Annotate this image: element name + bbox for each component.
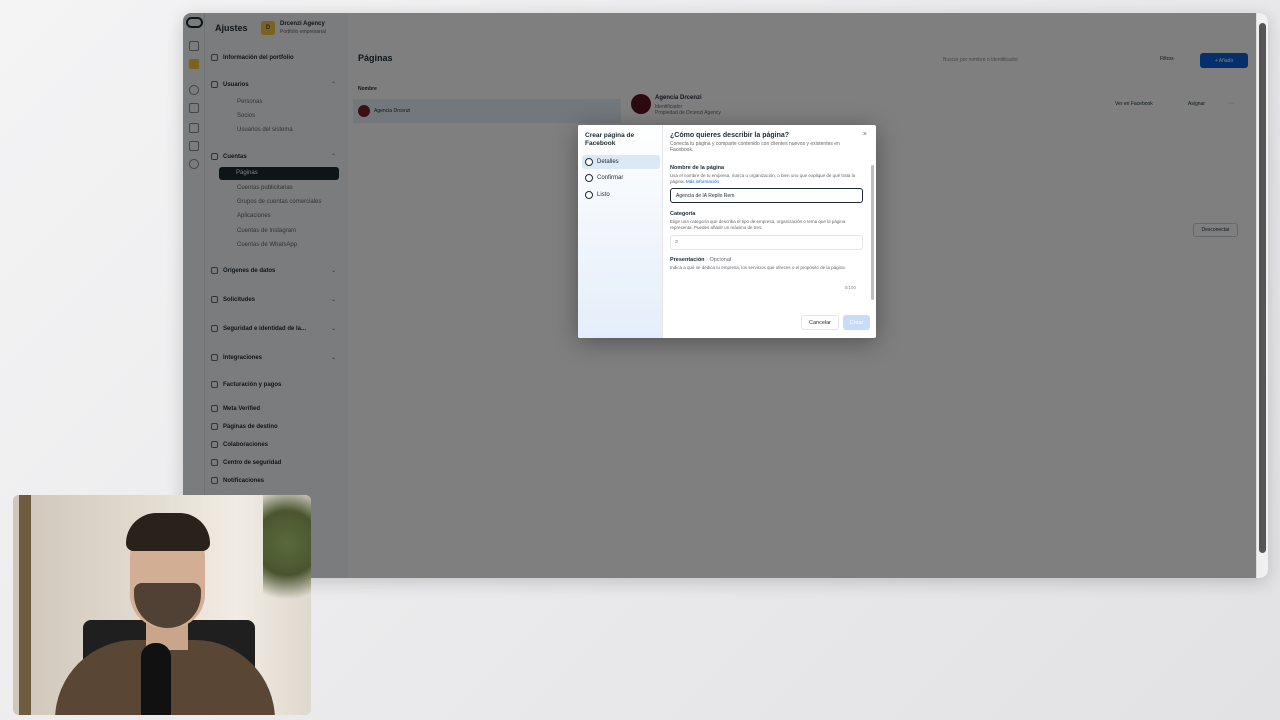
bio-label: Presentación · Opcional <box>670 257 731 263</box>
dialog-steps: Crear página de Facebook Detalles Confir… <box>578 125 663 338</box>
window-scrollbar[interactable] <box>1256 13 1268 578</box>
create-page-dialog: Crear página de Facebook Detalles Confir… <box>578 125 876 338</box>
learn-more-link[interactable]: Más información <box>686 179 719 184</box>
create-button[interactable]: Crear <box>843 315 870 330</box>
bio-char-counter: 0/100 <box>844 285 856 290</box>
dialog-form: ¿Cómo quieres describir la página? × Con… <box>664 125 876 338</box>
dialog-description: Conecta tu página y comparte contenido c… <box>670 141 840 153</box>
page-name-help: Usa el nombre de tu empresa, marca u org… <box>670 173 866 184</box>
step-label: Listo <box>597 192 610 198</box>
step-circle-icon <box>585 191 593 199</box>
webcam-person-hair <box>126 513 210 551</box>
search-icon: ⌕ <box>675 239 679 245</box>
bio-label-text: Presentación <box>670 257 705 263</box>
webcam-shelf <box>19 495 31 715</box>
bio-optional: · Opcional <box>706 257 732 263</box>
step-circle-icon <box>585 174 593 182</box>
step-done[interactable]: Listo <box>582 188 660 202</box>
bio-textarea[interactable] <box>670 281 863 299</box>
category-help: Elige una categoría que describa el tipo… <box>670 219 846 230</box>
step-confirm[interactable]: Confirmar <box>582 171 660 185</box>
dialog-steps-title: Crear página de Facebook <box>585 132 635 147</box>
microphone-icon <box>141 643 171 715</box>
category-search-input[interactable]: ⌕ <box>670 235 863 250</box>
cancel-button[interactable]: Cancelar <box>801 315 839 330</box>
page-name-field[interactable]: Agencia de IA Repilo Rem <box>670 188 863 203</box>
dialog-title: ¿Cómo quieres describir la página? <box>670 132 790 139</box>
bio-help: Indica a qué se dedica tu empresa, los s… <box>670 265 846 270</box>
scrollbar-thumb[interactable] <box>1259 23 1266 553</box>
page-name-label: Nombre de la página <box>670 165 725 171</box>
step-label: Confirmar <box>597 175 624 181</box>
webcam-plant <box>263 495 311 615</box>
step-details[interactable]: Detalles <box>582 155 660 169</box>
step-circle-icon <box>585 158 593 166</box>
webcam-overlay <box>13 495 311 715</box>
dialog-scrollbar[interactable] <box>871 165 874 300</box>
category-label: Categoría <box>670 211 696 217</box>
close-icon[interactable]: × <box>863 131 867 138</box>
step-label: Detalles <box>597 159 619 165</box>
